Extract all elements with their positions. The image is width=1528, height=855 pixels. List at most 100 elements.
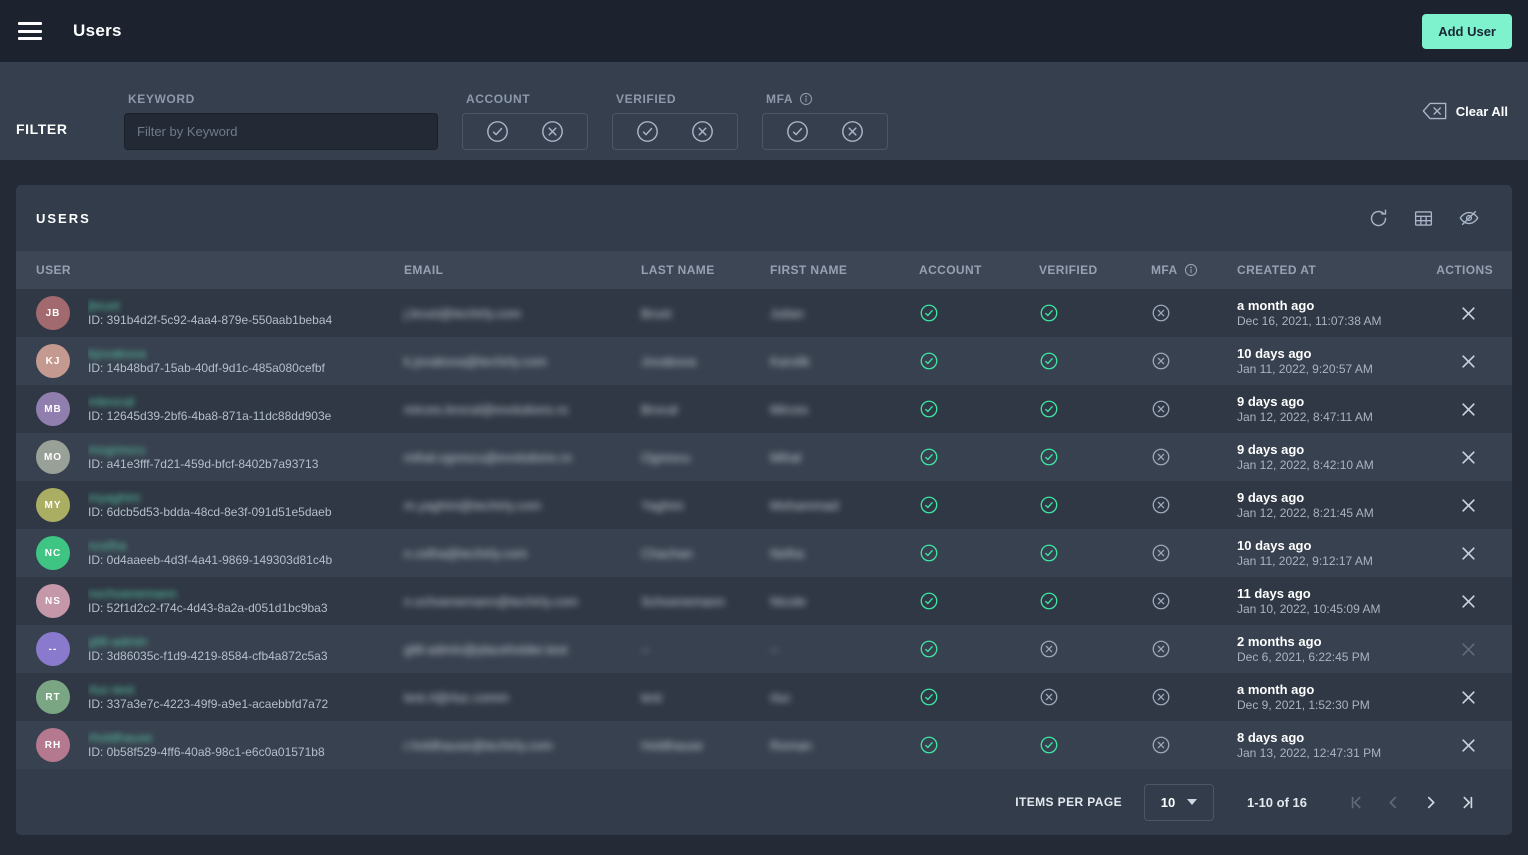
check-circle-icon	[1039, 543, 1120, 563]
username-link[interactable]: ncelha	[88, 538, 126, 553]
delete-user-icon[interactable]	[1460, 689, 1477, 706]
verified-no-toggle x-circle-icon[interactable]	[690, 119, 715, 144]
created-relative: 9 days ago	[1237, 490, 1420, 506]
delete-user-icon[interactable]	[1460, 545, 1477, 562]
user-id: ID: 14b48bd7-15ab-40df-9d1c-485a080cefbf	[88, 361, 325, 376]
check-circle-icon	[1039, 735, 1120, 755]
created-date: Jan 10, 2022, 10:45:09 AM	[1237, 602, 1420, 617]
col-header-mfa: MFA	[1120, 263, 1223, 277]
username-link[interactable]: glitl-admin	[88, 634, 147, 649]
firstname-value: Mirces	[770, 402, 808, 417]
email-value: k.jovakova@techirly.com	[404, 354, 547, 369]
verified-filter-label: VERIFIED	[616, 92, 738, 106]
account-yes-toggle check-circle-icon[interactable]	[485, 119, 510, 144]
delete-user-icon[interactable]	[1460, 641, 1477, 658]
table-row: MB mbrocal ID: 12645d39-2bf6-4ba8-871a-1…	[16, 385, 1512, 433]
lastname-value: Jovakova	[641, 354, 696, 369]
items-per-page-value: 10	[1161, 795, 1175, 810]
delete-user-icon[interactable]	[1460, 353, 1477, 370]
account-filter-label: ACCOUNT	[466, 92, 588, 106]
col-header-email: EMAIL	[388, 263, 625, 277]
x-circle-icon	[1151, 303, 1223, 323]
username-link[interactable]: rluc-test	[88, 682, 134, 697]
delete-user-icon[interactable]	[1460, 449, 1477, 466]
created-relative: 9 days ago	[1237, 442, 1420, 458]
verified-filter-toggles	[612, 113, 738, 150]
table-row: MO mogrescu ID: a41e3fff-7d21-459d-bfcf-…	[16, 433, 1512, 481]
created-date: Dec 9, 2021, 1:52:30 PM	[1237, 698, 1420, 713]
users-card: USERS USER EMAIL LAST NAME FIRST NAME AC…	[16, 185, 1512, 835]
delete-user-icon[interactable]	[1460, 401, 1477, 418]
delete-user-icon[interactable]	[1460, 497, 1477, 514]
lastname-value: Yaghini	[641, 498, 683, 513]
next-page-icon[interactable]	[1422, 794, 1439, 811]
avatar: NC	[36, 536, 70, 570]
page-range-label: 1-10 of 16	[1247, 795, 1307, 810]
keyword-filter-input[interactable]	[124, 113, 438, 150]
first-page-icon[interactable]	[1348, 794, 1365, 811]
check-circle-icon	[919, 591, 1008, 611]
col-header-mfa-text: MFA	[1151, 263, 1178, 277]
table-row: MY myaghini ID: 6dcb5d53-bdda-48cd-8e3f-…	[16, 481, 1512, 529]
refresh-icon[interactable]	[1368, 208, 1389, 229]
username-link[interactable]: rholdhause	[88, 730, 152, 745]
delete-user-icon[interactable]	[1460, 593, 1477, 610]
verified-filter-group: VERIFIED	[612, 62, 738, 150]
prev-page-icon[interactable]	[1385, 794, 1402, 811]
account-no-toggle x-circle-icon[interactable]	[540, 119, 565, 144]
firstname-value: Roman	[770, 738, 812, 753]
username-link[interactable]: jbrust	[88, 298, 120, 313]
clear-all-button[interactable]: Clear All	[1422, 102, 1508, 120]
delete-user-icon[interactable]	[1460, 737, 1477, 754]
info-icon[interactable]	[1184, 263, 1198, 277]
info-icon[interactable]	[799, 92, 813, 106]
col-header-account: ACCOUNT	[888, 263, 1008, 277]
user-id: ID: 6dcb5d53-bdda-48cd-8e3f-091d51e5daeb	[88, 505, 332, 520]
firstname-value: Karolik	[770, 354, 810, 369]
add-user-button[interactable]: Add User	[1422, 14, 1512, 49]
delete-user-icon[interactable]	[1460, 305, 1477, 322]
verified-yes-toggle check-circle-icon[interactable]	[635, 119, 660, 144]
hamburger-menu-icon[interactable]	[18, 22, 42, 40]
table-row: -- glitl-admin ID: 3d86035c-f1d9-4219-85…	[16, 625, 1512, 673]
firstname-value: Mihal	[770, 450, 801, 465]
user-id: ID: 337a3e7c-4223-49f9-a9e1-acaebbfd7a72	[88, 697, 328, 712]
last-page-icon[interactable]	[1459, 794, 1476, 811]
created-date: Jan 12, 2022, 8:42:10 AM	[1237, 458, 1420, 473]
avatar: MO	[36, 440, 70, 474]
col-header-user: USER	[16, 263, 388, 277]
lastname-value: Brocal	[641, 402, 678, 417]
created-relative: 8 days ago	[1237, 730, 1420, 746]
avatar: KJ	[36, 344, 70, 378]
username-link[interactable]: mogrescu	[88, 442, 145, 457]
x-circle-icon	[1039, 639, 1120, 659]
created-date: Dec 16, 2021, 11:07:38 AM	[1237, 314, 1420, 329]
user-id: ID: 3d86035c-f1d9-4219-8584-cfb4a872c5a3	[88, 649, 328, 664]
created-relative: 11 days ago	[1237, 586, 1420, 602]
check-circle-icon	[1039, 447, 1120, 467]
x-circle-icon	[1151, 447, 1223, 467]
eye-off-icon[interactable]	[1458, 207, 1480, 229]
items-per-page-select[interactable]: 10	[1144, 784, 1214, 821]
username-link[interactable]: nschoenemann	[88, 586, 177, 601]
check-circle-icon	[919, 351, 1008, 371]
email-value: m.yaghini@techirly.com	[404, 498, 541, 513]
x-circle-icon	[1039, 687, 1120, 707]
check-circle-icon	[919, 639, 1008, 659]
col-header-lastname: LAST NAME	[625, 263, 755, 277]
username-link[interactable]: myaghini	[88, 490, 140, 505]
x-circle-icon	[1151, 687, 1223, 707]
mfa-no-toggle x-circle-icon[interactable]	[840, 119, 865, 144]
username-link[interactable]: mbrocal	[88, 394, 134, 409]
mfa-yes-toggle check-circle-icon[interactable]	[785, 119, 810, 144]
firstname-value: Mohammad	[770, 498, 839, 513]
user-id: ID: a41e3fff-7d21-459d-bfcf-8402b7a93713	[88, 457, 318, 472]
created-date: Dec 6, 2021, 6:22:45 PM	[1237, 650, 1420, 665]
table-icon[interactable]	[1413, 208, 1434, 229]
x-circle-icon	[1151, 591, 1223, 611]
mfa-filter-label-text: MFA	[766, 92, 793, 106]
username-link[interactable]: kjovakova	[88, 346, 146, 361]
created-date: Jan 11, 2022, 9:12:17 AM	[1237, 554, 1420, 569]
top-app-bar: Users Add User	[0, 0, 1528, 62]
firstname-value: Nelha	[770, 546, 804, 561]
